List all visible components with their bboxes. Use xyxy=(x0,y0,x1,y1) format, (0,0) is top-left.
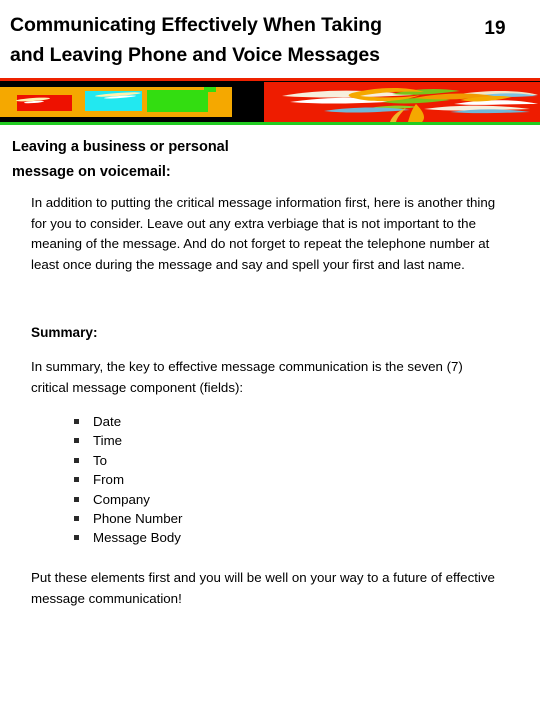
bullet-square-icon xyxy=(74,515,79,521)
closing-paragraph: Put these elements first and you will be… xyxy=(31,570,495,606)
list-item-label: Time xyxy=(93,433,123,449)
banner-green-block xyxy=(147,90,208,112)
bullet-square-icon xyxy=(74,477,79,483)
list-item-label: Phone Number xyxy=(93,510,183,526)
list-item-label: From xyxy=(93,472,125,488)
bullet-square-icon xyxy=(74,496,79,502)
summary-heading: Summary: xyxy=(31,325,98,340)
list-item: To xyxy=(0,451,182,470)
list-item-label: Message Body xyxy=(93,530,181,546)
list-item-label: To xyxy=(93,452,108,468)
page-number: 19 xyxy=(484,18,506,39)
list-item: Company xyxy=(0,490,182,509)
summary-paragraph: In summary, the key to effective message… xyxy=(31,359,463,395)
bullet-square-icon xyxy=(74,535,79,541)
page-title: Communicating Effectively When Taking an… xyxy=(10,14,382,66)
list-item: From xyxy=(0,470,182,489)
bullet-square-icon xyxy=(74,419,79,424)
banner-right-red-panel xyxy=(264,82,540,122)
banner-bottom-rule xyxy=(0,122,540,125)
list-item: Message Body xyxy=(0,528,182,547)
banner-swirl-artwork xyxy=(282,87,538,122)
section-heading: Leaving a business or personal message o… xyxy=(12,139,229,180)
list-item: Phone Number xyxy=(0,509,182,528)
list-item-label: Company xyxy=(93,491,150,507)
list-item: Time xyxy=(0,431,182,450)
list-item-label: Date xyxy=(93,414,122,429)
decorative-banner xyxy=(0,78,540,125)
intro-paragraph: In addition to putting the critical mess… xyxy=(31,195,496,272)
slide-header: Communicating Effectively When Taking an… xyxy=(0,0,540,78)
message-fields-list: Date Time To From Company Phone Number M… xyxy=(0,412,182,548)
bullet-square-icon xyxy=(74,457,79,463)
bullet-square-icon xyxy=(74,438,79,444)
banner-top-rule xyxy=(0,78,540,81)
list-item: Date xyxy=(0,412,182,431)
